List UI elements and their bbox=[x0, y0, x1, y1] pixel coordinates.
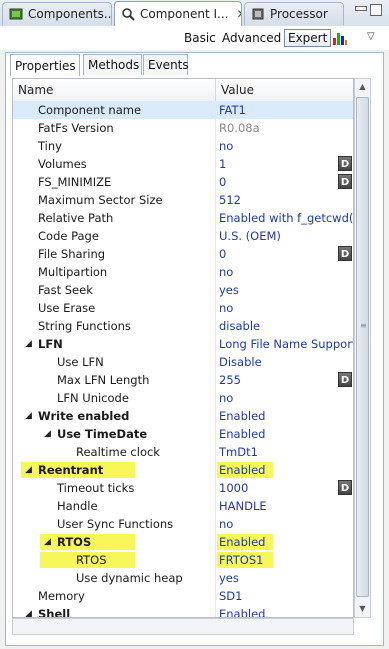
dialog-button[interactable]: D bbox=[338, 174, 352, 189]
tab-properties[interactable]: Properties bbox=[10, 54, 80, 76]
tab-events[interactable]: Events bbox=[143, 54, 189, 75]
table-row[interactable]: Use Erase no bbox=[13, 299, 353, 317]
minimize-view-icon[interactable] bbox=[355, 6, 367, 11]
dialog-button[interactable]: D bbox=[338, 246, 352, 261]
view-tab-bar: Components... Component I... ✕ Processor bbox=[0, 0, 389, 27]
table-row[interactable]: Use LFN Disable bbox=[13, 353, 353, 371]
table-row[interactable]: ◢ Shell Enabled bbox=[13, 605, 353, 617]
bar-chart-icon[interactable] bbox=[332, 30, 348, 46]
column-value-header[interactable]: Value bbox=[216, 79, 254, 101]
table-row[interactable]: Tiny no bbox=[13, 137, 353, 155]
table-row[interactable]: Component name FAT1 bbox=[13, 101, 353, 119]
advanced-button[interactable]: Advanced bbox=[219, 30, 284, 46]
table-row[interactable]: Timeout ticks 1000 D bbox=[13, 479, 353, 497]
tab-component-inspector-label: Component I... bbox=[140, 7, 229, 21]
tab-processor-label: Processor bbox=[270, 7, 328, 21]
expert-button[interactable]: Expert bbox=[284, 29, 332, 47]
table-row[interactable]: Use dynamic heap yes bbox=[13, 569, 353, 587]
table-row[interactable]: User Sync Functions no bbox=[13, 515, 353, 533]
tab-component-inspector[interactable]: Component I... ✕ bbox=[114, 1, 242, 27]
scroll-up-icon[interactable]: ▲ bbox=[355, 79, 370, 95]
dialog-button[interactable]: D bbox=[338, 372, 352, 387]
table-row[interactable]: ◢ RTOS Enabled bbox=[13, 533, 353, 551]
collapse-arrow-icon[interactable]: ◢ bbox=[25, 407, 32, 425]
table-row[interactable]: ◢ Write enabled Enabled bbox=[13, 407, 353, 425]
tab-components[interactable]: Components... bbox=[2, 2, 112, 25]
inspector-toolbar: Basic Advanced Expert ▽ bbox=[0, 26, 389, 50]
grip-icon: ≡ bbox=[360, 321, 367, 330]
horizontal-scrollbar[interactable] bbox=[12, 618, 354, 635]
table-row[interactable]: Memory SD1 bbox=[13, 587, 353, 605]
column-name-header[interactable]: Name bbox=[13, 79, 53, 101]
scroll-down-icon[interactable]: ▼ bbox=[355, 601, 370, 617]
table-row[interactable]: LFN Unicode no bbox=[13, 389, 353, 407]
view-menu-icon[interactable]: ▽ bbox=[367, 31, 375, 42]
collapse-arrow-icon[interactable]: ◢ bbox=[44, 533, 51, 551]
collapse-arrow-icon[interactable]: ◢ bbox=[44, 425, 51, 443]
scrollbar-thumb[interactable]: ≡ bbox=[356, 97, 369, 597]
table-row[interactable]: Multipartion no bbox=[13, 263, 353, 281]
vertical-scrollbar[interactable]: ▲ ≡ ▼ bbox=[354, 78, 371, 618]
dialog-button[interactable]: D bbox=[338, 480, 352, 495]
table-row[interactable]: RTOS FRTOS1 bbox=[13, 551, 353, 569]
table-row[interactable]: Max LFN Length 255 D bbox=[13, 371, 353, 389]
properties-grid: Name Value Component name FAT1 FatFs Ver… bbox=[12, 78, 354, 618]
tab-processor[interactable]: Processor bbox=[244, 2, 344, 25]
table-row[interactable]: ◢ Reentrant Enabled bbox=[13, 461, 353, 479]
table-row[interactable]: Maximum Sector Size 512 bbox=[13, 191, 353, 209]
table-row[interactable]: Fast Seek yes bbox=[13, 281, 353, 299]
collapse-arrow-icon[interactable]: ◢ bbox=[25, 605, 32, 617]
close-icon[interactable]: ✕ bbox=[236, 7, 241, 21]
table-row[interactable]: Code Page U.S. (OEM) bbox=[13, 227, 353, 245]
table-row[interactable]: File Sharing 0 D bbox=[13, 245, 353, 263]
tab-components-label: Components... bbox=[28, 7, 112, 21]
table-row[interactable]: ◢ LFN Long File Name Support bbox=[13, 335, 353, 353]
tab-methods[interactable]: Methods bbox=[83, 54, 142, 75]
basic-button[interactable]: Basic bbox=[181, 30, 219, 46]
processor-icon bbox=[252, 8, 264, 20]
table-row[interactable]: FS_MINIMIZE 0 D bbox=[13, 173, 353, 191]
table-row[interactable]: String Functions disable bbox=[13, 317, 353, 335]
grid-header: Name Value bbox=[13, 79, 353, 102]
table-row[interactable]: Handle HANDLE bbox=[13, 497, 353, 515]
table-row[interactable]: ◢ Use TimeDate Enabled bbox=[13, 425, 353, 443]
inspector-icon bbox=[122, 8, 135, 21]
table-row[interactable]: Volumes 1 D bbox=[13, 155, 353, 173]
components-icon bbox=[9, 8, 23, 20]
collapse-arrow-icon[interactable]: ◢ bbox=[25, 335, 32, 353]
table-row[interactable]: Realtime clock TmDt1 bbox=[13, 443, 353, 461]
maximize-view-icon[interactable] bbox=[370, 4, 382, 16]
table-row[interactable]: FatFs Version R0.08a bbox=[13, 119, 353, 137]
table-row[interactable]: Relative Path Enabled with f_getcwd() bbox=[13, 209, 353, 227]
dialog-button[interactable]: D bbox=[338, 156, 352, 171]
collapse-arrow-icon[interactable]: ◢ bbox=[25, 461, 32, 479]
